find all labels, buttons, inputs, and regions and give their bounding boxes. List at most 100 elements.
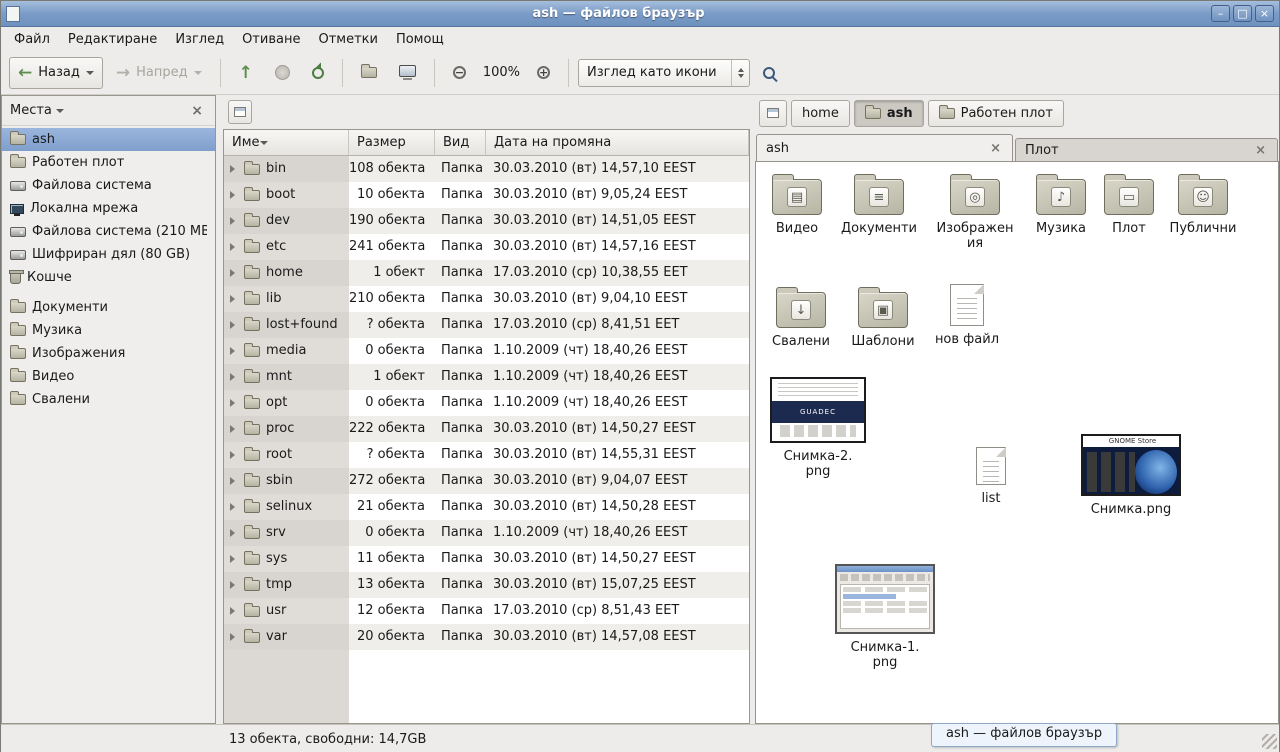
icon-item-downloads[interactable]: ↓ Свалени bbox=[760, 285, 842, 349]
stop-button[interactable] bbox=[266, 57, 299, 89]
table-row[interactable]: proc222 обектаПапка30.03.2010 (вт) 14,50… bbox=[224, 416, 749, 442]
table-row[interactable]: var20 обектаПапка30.03.2010 (вт) 14,57,0… bbox=[224, 624, 749, 650]
icon-item-snimka2[interactable]: GUADEC Снимка-2. png bbox=[768, 377, 868, 479]
icon-item-snimka[interactable]: GNOME Store Снимка.png bbox=[1078, 434, 1184, 517]
close-sidebar-icon[interactable]: × bbox=[187, 103, 207, 119]
table-row[interactable]: etc241 обектаПапка30.03.2010 (вт) 14,57,… bbox=[224, 234, 749, 260]
tab-Плот[interactable]: Плот× bbox=[1015, 138, 1278, 161]
pathbar-button[interactable]: ash bbox=[854, 100, 924, 127]
expander-icon[interactable] bbox=[230, 295, 239, 303]
search-button[interactable] bbox=[754, 57, 788, 89]
expander-icon[interactable] bbox=[230, 607, 239, 615]
table-row[interactable]: usr12 обектаПапка17.03.2010 (ср) 8,51,43… bbox=[224, 598, 749, 624]
icon-item-documents[interactable]: ≡ Документи bbox=[836, 172, 922, 236]
sidebar-item[interactable]: Файлова система (210 MB) bbox=[2, 220, 215, 243]
menu-item[interactable]: Помощ bbox=[387, 30, 453, 49]
table-row[interactable]: boot10 обектаПапка30.03.2010 (вт) 9,05,2… bbox=[224, 182, 749, 208]
expander-icon[interactable] bbox=[230, 373, 239, 381]
close-button[interactable]: × bbox=[1255, 5, 1274, 22]
sidebar-item[interactable]: Музика bbox=[2, 319, 215, 342]
icon-item-public[interactable]: ☺ Публични bbox=[1162, 172, 1244, 236]
expander-icon[interactable] bbox=[230, 555, 239, 563]
table-row[interactable]: root? обектаПапка30.03.2010 (вт) 14,55,3… bbox=[224, 442, 749, 468]
expander-icon[interactable] bbox=[230, 425, 239, 433]
menu-item[interactable]: Отметки bbox=[309, 30, 386, 49]
expander-icon[interactable] bbox=[230, 191, 239, 199]
table-row[interactable]: sys11 обектаПапка30.03.2010 (вт) 14,50,2… bbox=[224, 546, 749, 572]
expander-icon[interactable] bbox=[230, 321, 239, 329]
home-button[interactable] bbox=[352, 57, 386, 89]
zoom-out-button[interactable]: − bbox=[444, 57, 475, 89]
expander-icon[interactable] bbox=[230, 451, 239, 459]
icon-item-desktop[interactable]: ▭ Плот bbox=[1090, 172, 1168, 236]
column-header-type[interactable]: Вид bbox=[435, 130, 486, 156]
sidebar-item[interactable]: Локална мрежа bbox=[2, 197, 215, 220]
zoom-in-button[interactable]: + bbox=[528, 57, 559, 89]
back-button[interactable]: ← Назад bbox=[9, 57, 103, 89]
pathbar-root-button[interactable] bbox=[759, 100, 787, 127]
tab-close-icon[interactable]: × bbox=[988, 141, 1003, 156]
table-row[interactable]: tmp13 обектаПапка30.03.2010 (вт) 15,07,2… bbox=[224, 572, 749, 598]
icon-item-templates[interactable]: ▣ Шаблони bbox=[842, 285, 924, 349]
icon-item-video[interactable]: ▤ Видео bbox=[756, 172, 838, 236]
table-row[interactable]: bin108 обектаПапка30.03.2010 (вт) 14,57,… bbox=[224, 156, 749, 182]
tab-ash[interactable]: ash× bbox=[756, 134, 1013, 161]
table-row[interactable]: lost+found? обектаПапка17.03.2010 (ср) 8… bbox=[224, 312, 749, 338]
expander-icon[interactable] bbox=[230, 477, 239, 485]
reload-button[interactable] bbox=[303, 57, 333, 89]
tree-pane-button[interactable] bbox=[228, 100, 252, 124]
menu-item[interactable]: Изглед bbox=[166, 30, 233, 49]
pane-splitter[interactable] bbox=[216, 95, 223, 724]
up-button[interactable]: ↑ bbox=[230, 57, 262, 89]
sidebar-item[interactable]: Работен плот bbox=[2, 151, 215, 174]
sidebar-item[interactable]: Изображения bbox=[2, 342, 215, 365]
icon-item-snimka1[interactable]: Снимка-1. png bbox=[835, 564, 935, 670]
expander-icon[interactable] bbox=[230, 503, 239, 511]
menu-item[interactable]: Файл bbox=[5, 30, 59, 49]
menu-item[interactable]: Отиване bbox=[233, 30, 309, 49]
table-row[interactable]: sbin272 обектаПапка30.03.2010 (вт) 9,04,… bbox=[224, 468, 749, 494]
expander-icon[interactable] bbox=[230, 217, 239, 225]
pathbar-button[interactable]: Работен плот bbox=[928, 100, 1064, 127]
pathbar-button[interactable]: home bbox=[791, 100, 850, 127]
table-row[interactable]: selinux21 обектаПапка30.03.2010 (вт) 14,… bbox=[224, 494, 749, 520]
sidebar-item[interactable]: ash bbox=[2, 128, 215, 151]
view-mode-combobox[interactable]: Изглед като икони bbox=[578, 59, 750, 87]
chevron-down-icon[interactable] bbox=[56, 109, 64, 117]
column-header-date[interactable]: Дата на промяна bbox=[486, 130, 749, 156]
sidebar-item[interactable]: Свалени bbox=[2, 388, 215, 411]
table-row[interactable]: mnt1 обектПапка1.10.2009 (чт) 18,40,26 E… bbox=[224, 364, 749, 390]
menu-item[interactable]: Редактиране bbox=[59, 30, 166, 49]
table-row[interactable]: srv0 обектаПапка1.10.2009 (чт) 18,40,26 … bbox=[224, 520, 749, 546]
computer-button[interactable] bbox=[390, 57, 425, 89]
tab-close-icon[interactable]: × bbox=[1253, 143, 1268, 158]
icon-item-list[interactable]: list bbox=[956, 447, 1026, 506]
sidebar-item[interactable]: Документи bbox=[2, 296, 215, 319]
expander-icon[interactable] bbox=[230, 269, 239, 277]
table-row[interactable]: home1 обектПапка17.03.2010 (ср) 10,38,55… bbox=[224, 260, 749, 286]
minimize-button[interactable]: – bbox=[1211, 5, 1230, 22]
icon-item-images[interactable]: ◎ Изображен ия bbox=[932, 172, 1018, 251]
column-header-size[interactable]: Размер bbox=[349, 130, 435, 156]
expander-icon[interactable] bbox=[230, 347, 239, 355]
sidebar-item[interactable]: Кошче bbox=[2, 266, 215, 289]
column-header-name[interactable]: Име bbox=[224, 130, 349, 156]
maximize-button[interactable]: □ bbox=[1233, 5, 1252, 22]
titlebar[interactable]: ash — файлов браузър – □ × bbox=[1, 1, 1279, 27]
sidebar-item[interactable]: Файлова система bbox=[2, 174, 215, 197]
expander-icon[interactable] bbox=[230, 581, 239, 589]
expander-icon[interactable] bbox=[230, 399, 239, 407]
expander-icon[interactable] bbox=[230, 165, 239, 173]
expander-icon[interactable] bbox=[230, 529, 239, 537]
table-row[interactable]: opt0 обектаПапка1.10.2009 (чт) 18,40,26 … bbox=[224, 390, 749, 416]
sidebar-item[interactable]: Шифриран дял (80 GB) bbox=[2, 243, 215, 266]
sidebar-item[interactable]: Видео bbox=[2, 365, 215, 388]
resize-grip[interactable] bbox=[1262, 734, 1277, 749]
table-row[interactable]: lib210 обектаПапка30.03.2010 (вт) 9,04,1… bbox=[224, 286, 749, 312]
table-row[interactable]: dev190 обектаПапка30.03.2010 (вт) 14,51,… bbox=[224, 208, 749, 234]
icon-item-newfile[interactable]: нов файл bbox=[926, 284, 1008, 347]
expander-icon[interactable] bbox=[230, 633, 239, 641]
table-row[interactable]: media0 обектаПапка1.10.2009 (чт) 18,40,2… bbox=[224, 338, 749, 364]
expander-icon[interactable] bbox=[230, 243, 239, 251]
forward-button[interactable]: → Напред bbox=[107, 57, 211, 89]
